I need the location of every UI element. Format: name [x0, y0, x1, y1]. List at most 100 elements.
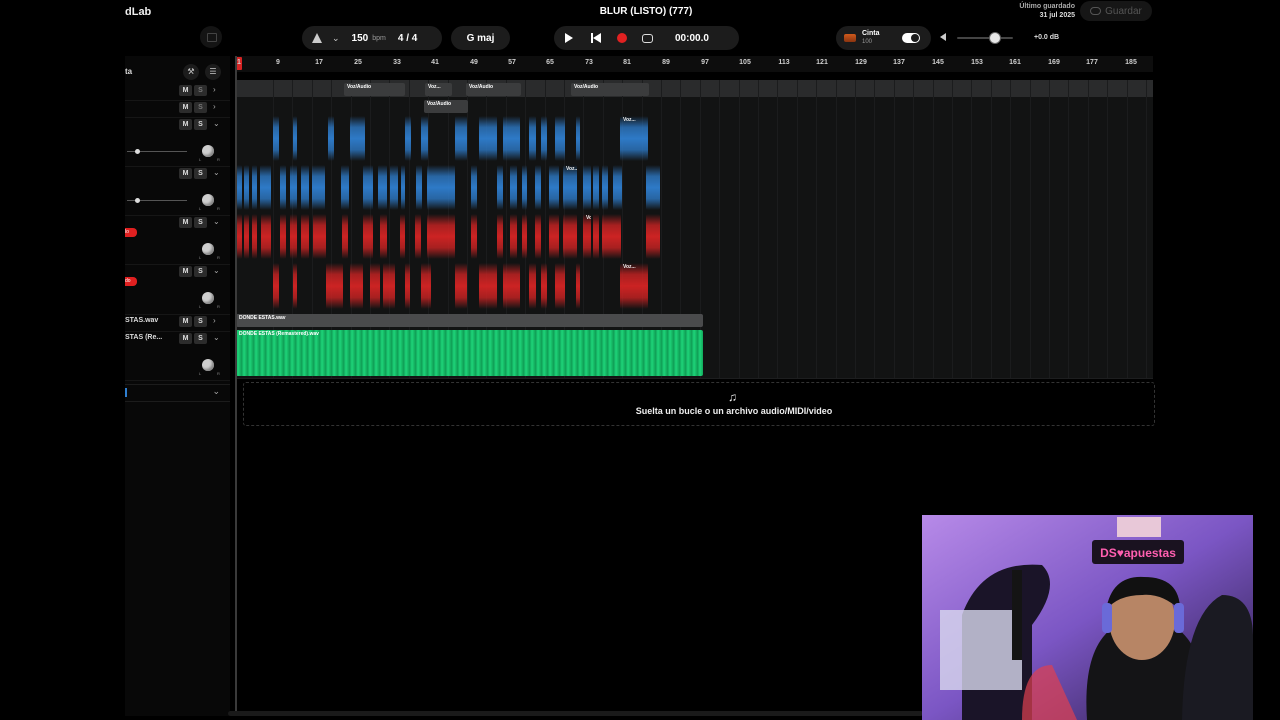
solo-button[interactable]: S [194, 119, 207, 130]
audio-clip[interactable] [510, 214, 517, 259]
audio-clip[interactable] [602, 214, 621, 259]
solo-button[interactable]: S [194, 333, 207, 344]
audio-clip[interactable] [479, 116, 497, 161]
metronome-icon[interactable] [312, 33, 322, 43]
audio-clip[interactable]: Voz... [563, 165, 577, 210]
chevron-right-icon[interactable]: › [213, 316, 216, 325]
chevron-down-icon[interactable]: ⌄ [213, 217, 220, 226]
voz-audio-clip[interactable]: Voz/Audio [424, 100, 468, 113]
voz-audio-clip[interactable]: Voz/Audio [344, 83, 405, 96]
track-header[interactable]: STAS.wav M S › [125, 314, 230, 332]
pan-knob[interactable] [202, 292, 214, 304]
audio-clip[interactable] [383, 263, 395, 309]
track8-clip[interactable]: DONDE ESTAS (Remastered).wav [236, 330, 703, 376]
audio-clip[interactable] [313, 214, 326, 259]
audio-clip[interactable] [455, 116, 467, 161]
chevron-down-icon[interactable]: ⌄ [213, 168, 220, 177]
track-header[interactable]: M S ⌄ lo L R [125, 215, 230, 265]
audio-clip[interactable] [427, 214, 455, 259]
audio-clip[interactable] [280, 165, 286, 210]
audio-clip[interactable] [555, 263, 565, 309]
pan-knob[interactable] [202, 243, 214, 255]
audio-clip[interactable] [401, 165, 405, 210]
chevron-right-icon[interactable]: › [213, 102, 216, 111]
audio-clip[interactable] [593, 214, 599, 259]
track-name[interactable]: STAS (Re... [125, 334, 162, 341]
record-button[interactable] [617, 33, 627, 43]
speaker-icon[interactable] [940, 33, 946, 41]
audio-clip[interactable] [301, 214, 309, 259]
mute-button[interactable]: M [179, 333, 192, 344]
audio-clip[interactable] [260, 165, 271, 210]
pan-knob[interactable] [202, 145, 214, 157]
voz-audio-clip[interactable]: Voz/Audio [571, 83, 649, 96]
solo-button[interactable]: S [194, 316, 207, 327]
audio-clip[interactable] [244, 165, 249, 210]
tape-toggle[interactable] [901, 33, 920, 43]
solo-button[interactable]: S [194, 85, 207, 96]
audio-clip[interactable]: Voz... [620, 263, 648, 309]
audio-clip[interactable] [370, 263, 380, 309]
audio-clip[interactable] [290, 214, 297, 259]
audio-clip[interactable] [415, 214, 421, 259]
audio-clip[interactable] [535, 214, 541, 259]
audio-clip[interactable] [455, 263, 467, 309]
mute-button[interactable]: M [179, 266, 192, 277]
audio-clip[interactable] [312, 165, 325, 210]
audio-clip[interactable] [400, 214, 405, 259]
master-volume-handle[interactable] [989, 32, 1001, 44]
tempo-value[interactable]: 150 [352, 33, 369, 44]
audio-clip[interactable] [503, 116, 520, 161]
audio-clip[interactable] [497, 214, 503, 259]
drop-zone[interactable] [243, 382, 1155, 426]
key-selector[interactable]: G maj [451, 26, 510, 50]
audio-clip[interactable] [555, 116, 565, 161]
save-button[interactable]: Guardar [1080, 1, 1152, 21]
audio-clip[interactable] [244, 214, 249, 259]
solo-button[interactable]: S [194, 217, 207, 228]
track-header[interactable]: M S › [125, 83, 230, 101]
volume-handle[interactable] [135, 198, 140, 203]
audio-clip[interactable] [421, 116, 428, 161]
audio-clip[interactable] [350, 116, 365, 161]
audio-clip[interactable] [427, 165, 455, 210]
track-header[interactable]: M S ⌄ do L R [125, 264, 230, 315]
mute-button[interactable]: M [179, 316, 192, 327]
audio-clip[interactable] [646, 214, 660, 259]
audio-clip[interactable] [563, 214, 577, 259]
solo-button[interactable]: S [194, 266, 207, 277]
audio-clip[interactable] [405, 116, 411, 161]
audio-clip[interactable] [549, 165, 559, 210]
time-signature[interactable]: 4 / 4 [398, 33, 417, 44]
audio-clip[interactable] [503, 263, 520, 309]
audio-clip[interactable] [583, 165, 591, 210]
audio-clip[interactable] [301, 165, 309, 210]
audio-clip[interactable] [576, 116, 580, 161]
track-name[interactable]: STAS.wav [125, 317, 158, 324]
audio-clip[interactable] [273, 263, 279, 309]
audio-clip[interactable] [405, 263, 410, 309]
audio-clip[interactable] [378, 165, 387, 210]
audio-clip[interactable] [576, 263, 580, 309]
audio-clip[interactable] [646, 165, 660, 210]
track-header[interactable]: M S ⌄ L R [125, 117, 230, 167]
audio-clip[interactable] [497, 165, 503, 210]
arrangement-grid[interactable]: Voz/Audio Voz... Voz/Audio Voz/Audio Voz/Aud… [235, 80, 1153, 379]
master-volume-slider[interactable] [957, 37, 1013, 39]
chevron-down-icon[interactable]: ⌄ [212, 386, 220, 397]
track-header[interactable]: STAS (Re... M S ⌄ L R [125, 331, 230, 381]
skip-back-button[interactable] [591, 33, 601, 43]
sidebar-toggle-button[interactable] [200, 26, 222, 48]
pan-knob[interactable] [202, 359, 214, 371]
solo-button[interactable]: S [194, 102, 207, 113]
add-track-row[interactable]: ⌄ [125, 384, 230, 402]
audio-clip[interactable] [613, 165, 622, 210]
track-header[interactable]: M S › [125, 100, 230, 118]
audio-clip[interactable] [280, 214, 286, 259]
audio-clip[interactable]: Voz... [583, 214, 591, 259]
audio-clip[interactable] [328, 116, 334, 161]
audio-clip[interactable] [541, 116, 547, 161]
audio-clip[interactable] [541, 263, 547, 309]
horizontal-scrollbar[interactable] [228, 711, 923, 716]
chevron-down-icon[interactable]: ⌄ [213, 333, 220, 342]
